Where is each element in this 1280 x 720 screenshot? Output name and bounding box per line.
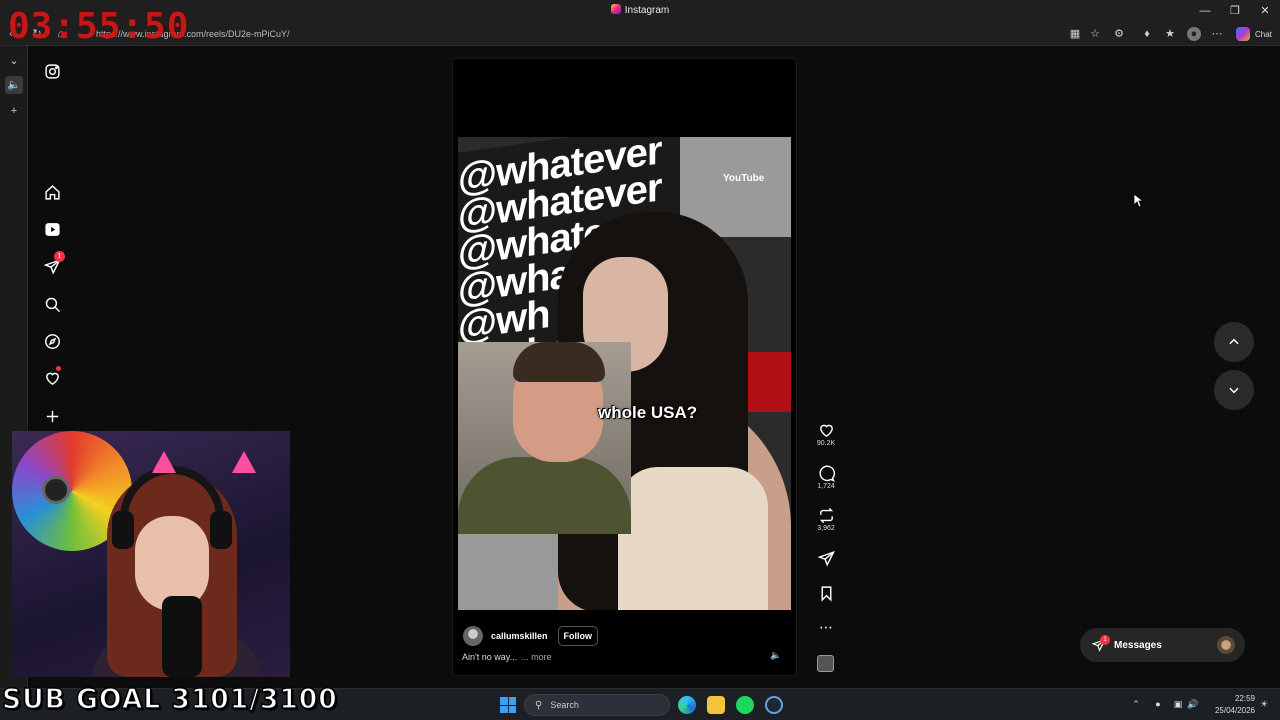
like-button[interactable]: 90.2K bbox=[811, 422, 841, 447]
share-button[interactable] bbox=[811, 550, 841, 567]
tray-clock[interactable]: 22:59 25/04/2026 bbox=[1203, 693, 1255, 717]
comment-icon bbox=[818, 465, 835, 482]
follow-button[interactable]: Follow bbox=[557, 626, 599, 646]
author-row: callumskillen Follow bbox=[463, 625, 763, 647]
creator-shirt bbox=[458, 457, 631, 534]
youtube-sign: YouTube bbox=[723, 173, 765, 184]
headset-ear-left bbox=[112, 511, 134, 549]
messages-avatar bbox=[1217, 636, 1235, 654]
home-icon[interactable] bbox=[40, 180, 64, 204]
restore-button[interactable]: ❐ bbox=[1226, 3, 1244, 19]
create-plus-icon[interactable] bbox=[40, 404, 64, 428]
file-explorer-icon[interactable] bbox=[707, 696, 725, 714]
window-title: Instagram bbox=[0, 4, 1280, 16]
reel-caption: Ain't no way...... more bbox=[462, 652, 552, 662]
reel-video[interactable]: @whatever @whatever @whatever @whate @wh… bbox=[458, 137, 791, 610]
extensions-icon[interactable]: ⚙ bbox=[1112, 27, 1126, 41]
repost-count: 3,962 bbox=[817, 525, 835, 532]
window-title-text: Instagram bbox=[624, 5, 670, 16]
edge-app-icon[interactable] bbox=[678, 696, 696, 714]
like-count: 90.2K bbox=[816, 440, 836, 447]
network-icon[interactable]: ▣ bbox=[1172, 698, 1184, 710]
minimize-button[interactable]: — bbox=[1196, 3, 1214, 19]
webcam-overlay bbox=[12, 431, 290, 677]
author-name[interactable]: callumskillen bbox=[491, 631, 548, 641]
microphone-tray-icon[interactable]: ● bbox=[1152, 698, 1164, 710]
copilot-label[interactable]: Chat bbox=[1255, 30, 1272, 39]
stream-timer: 03:55:50 bbox=[8, 6, 190, 47]
copilot-icon[interactable] bbox=[1236, 27, 1250, 41]
next-reel-button[interactable] bbox=[1214, 370, 1254, 410]
messages-pill-badge: 1 bbox=[1100, 635, 1110, 645]
messages-badge: 1 bbox=[54, 251, 65, 262]
repost-button[interactable]: 3,962 bbox=[811, 507, 841, 532]
microphone bbox=[162, 596, 202, 677]
author-avatar[interactable] bbox=[463, 626, 483, 646]
person-top bbox=[618, 467, 768, 610]
title-bar: Instagram — ❐ ✕ bbox=[0, 0, 1280, 22]
bookmark-icon bbox=[821, 586, 831, 602]
notifications-heart-icon[interactable] bbox=[40, 366, 64, 390]
more-menu-icon[interactable]: ⋯ bbox=[1210, 27, 1224, 41]
close-button[interactable]: ✕ bbox=[1256, 3, 1274, 19]
favorites-icon[interactable]: ★ bbox=[1163, 27, 1177, 41]
messages-pill[interactable]: 1 Messages bbox=[1080, 628, 1245, 662]
comment-button[interactable]: 1,724 bbox=[811, 465, 841, 490]
headset-ear-right bbox=[210, 511, 232, 549]
comment-count: 1,724 bbox=[817, 483, 835, 490]
notification-dot bbox=[56, 366, 61, 371]
audio-tab-icon[interactable]: 🔈 bbox=[5, 76, 23, 94]
spotify-icon[interactable] bbox=[736, 696, 754, 714]
profile-icon[interactable]: ● bbox=[1187, 27, 1201, 41]
previous-reel-button[interactable] bbox=[1214, 322, 1254, 362]
messages-label: Messages bbox=[1114, 639, 1162, 651]
heart-icon bbox=[819, 424, 833, 438]
taskbar-search[interactable]: ⚲ Search bbox=[524, 694, 670, 716]
more-options-icon[interactable]: ⋯ bbox=[811, 619, 841, 635]
favorite-star-icon[interactable]: ☆ bbox=[1088, 27, 1102, 41]
steam-icon[interactable] bbox=[765, 696, 783, 714]
share-icon bbox=[817, 550, 835, 567]
windows-start-icon[interactable] bbox=[500, 697, 516, 713]
address-bar: ‹ ↻ ⌂ https://www.instagram.com/reels/DU… bbox=[0, 22, 1280, 46]
cat-ear-right bbox=[232, 451, 256, 473]
clock-date: 25/04/2026 bbox=[1214, 706, 1255, 715]
video-subtitle: whole USA? bbox=[598, 403, 698, 422]
repost-icon bbox=[819, 507, 833, 524]
instagram-icon bbox=[610, 4, 621, 14]
instagram-logo-icon[interactable] bbox=[40, 59, 64, 83]
tray-chevron-up-icon[interactable]: ⌃ bbox=[1130, 698, 1142, 710]
direct-messages-icon[interactable]: 1 bbox=[40, 251, 65, 278]
chevron-down-icon[interactable]: ⌄ bbox=[5, 52, 23, 70]
cat-ear-left bbox=[152, 451, 176, 473]
search-placeholder: Search bbox=[550, 700, 579, 710]
caption-text: Ain't no way... bbox=[462, 652, 518, 662]
chevron-up-icon bbox=[1229, 338, 1239, 345]
picture-in-picture-creator bbox=[458, 342, 631, 534]
new-tab-icon[interactable]: + bbox=[5, 102, 23, 120]
volume-icon[interactable]: 🔊 bbox=[1187, 698, 1199, 710]
clock-time: 22:59 bbox=[1234, 694, 1255, 703]
url-field[interactable]: https://www.instagram.com/reels/DU2e-mPi… bbox=[78, 26, 1078, 42]
app-icon[interactable]: ▦ bbox=[1068, 27, 1082, 41]
notification-bell-icon[interactable]: ☀ bbox=[1258, 698, 1270, 710]
chair bbox=[458, 532, 558, 610]
creator-hair bbox=[513, 342, 605, 382]
reels-icon[interactable] bbox=[40, 217, 64, 241]
mouse-cursor-icon bbox=[1134, 194, 1144, 208]
search-icon: ⚲ bbox=[535, 699, 543, 711]
search-icon[interactable] bbox=[40, 292, 64, 316]
collections-icon[interactable]: ♦ bbox=[1140, 27, 1154, 41]
audio-thumbnail[interactable] bbox=[817, 655, 834, 672]
sub-goal-overlay: SUB GOAL 3101/3100 bbox=[1, 681, 338, 716]
sound-toggle-icon[interactable]: 🔈 bbox=[769, 648, 783, 662]
background-red-prop bbox=[748, 352, 791, 412]
prize-wheel-hub bbox=[42, 476, 70, 504]
explore-icon[interactable] bbox=[40, 329, 64, 353]
caption-more-link[interactable]: ... more bbox=[521, 652, 552, 662]
chevron-down-icon bbox=[1229, 387, 1239, 394]
save-button[interactable] bbox=[811, 585, 841, 602]
